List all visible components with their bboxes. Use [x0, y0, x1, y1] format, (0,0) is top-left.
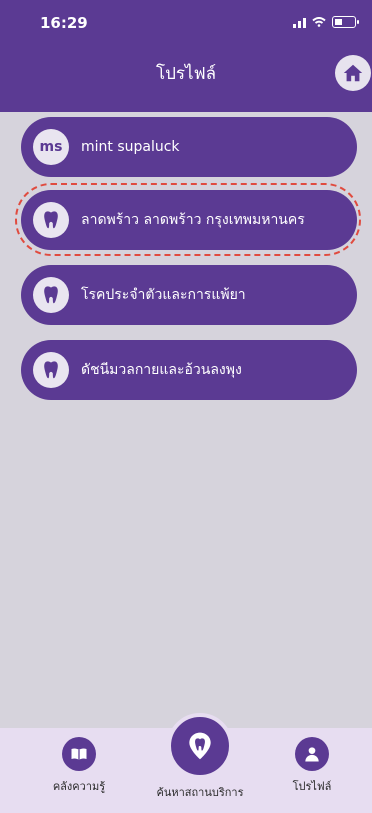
disease-allergy-menu-item[interactable]: โรคประจำตัวและการแพ้ยา — [21, 265, 357, 325]
location-tooth-icon — [167, 713, 233, 779]
battery-icon — [332, 16, 359, 28]
user-icon — [295, 737, 329, 771]
bmi-menu-item[interactable]: ดัชนีมวลกายและอ้วนลงพุง — [21, 340, 357, 400]
nav-find-service-label: ค้นหาสถานบริการ — [156, 786, 244, 799]
tooth-icon — [33, 277, 69, 313]
book-icon — [62, 737, 96, 771]
status-time: 16:29 — [40, 14, 88, 32]
signal-icon — [293, 16, 306, 28]
nav-profile-label: โปรไฟล์ — [292, 780, 332, 793]
status-icons — [293, 16, 359, 28]
home-icon — [343, 64, 363, 82]
page-title: โปรไฟล์ — [155, 64, 217, 84]
disease-allergy-label: โรคประจำตัวและการแพ้ยา — [81, 287, 246, 303]
nav-profile[interactable]: โปรไฟล์ — [282, 737, 342, 795]
profile-initials: ms — [39, 139, 63, 155]
tooth-icon — [33, 202, 69, 238]
profile-name: mint supaluck — [81, 139, 180, 155]
nav-find-service[interactable]: ค้นหาสถานบริการ — [150, 713, 250, 801]
app-header: 16:29 โปรไฟล์ — [0, 0, 372, 112]
nav-knowledge[interactable]: คลังความรู้ — [44, 737, 114, 795]
home-button[interactable] — [335, 55, 371, 91]
address-menu-item[interactable]: ลาดพร้าว ลาดพร้าว กรุงเทพมหานคร — [21, 190, 357, 250]
nav-knowledge-label: คลังความรู้ — [52, 780, 106, 793]
wifi-icon — [312, 17, 326, 27]
profile-initials-badge: ms — [33, 129, 69, 165]
tooth-icon — [33, 352, 69, 388]
profile-name-button[interactable]: ms mint supaluck — [21, 117, 357, 177]
address-label: ลาดพร้าว ลาดพร้าว กรุงเทพมหานคร — [81, 212, 305, 228]
bmi-label: ดัชนีมวลกายและอ้วนลงพุง — [81, 362, 242, 378]
